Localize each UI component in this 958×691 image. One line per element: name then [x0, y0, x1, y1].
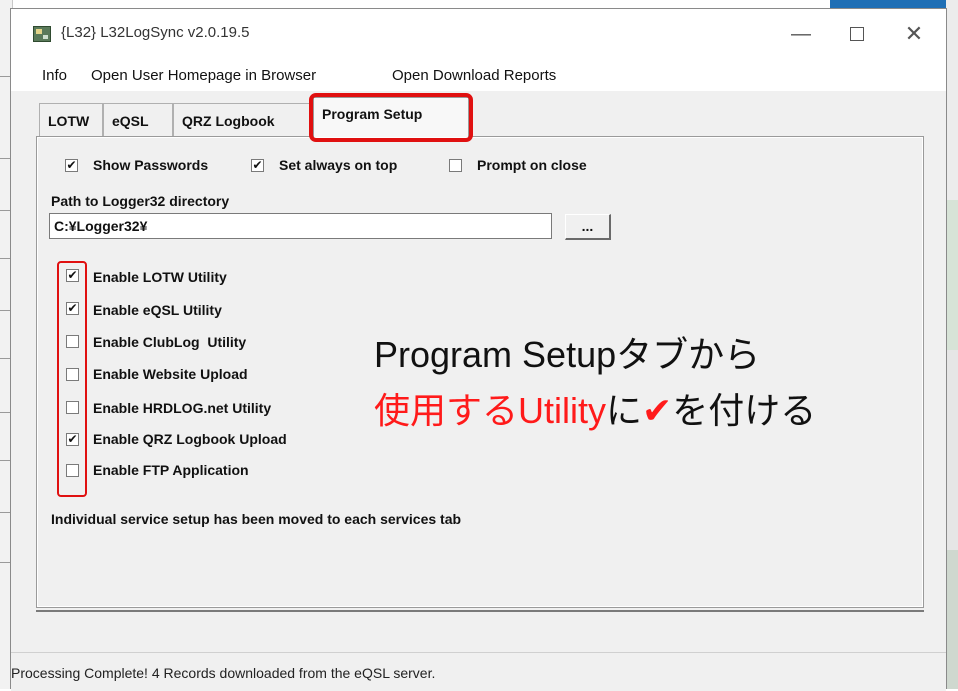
menu-item-info[interactable]: Info: [42, 67, 67, 84]
enable-eqsl-label: Enable eQSL Utility: [93, 302, 222, 318]
app-icon: [33, 26, 51, 42]
menu-item-open-download-reports[interactable]: Open Download Reports: [392, 67, 556, 84]
close-icon: ✕: [904, 21, 924, 46]
service-setup-note: Individual service setup has been moved …: [51, 511, 462, 527]
panel-bottom-border: [36, 610, 924, 612]
enable-lotw-checkbox[interactable]: ✔: [66, 269, 79, 282]
checkmark-icon: ✔: [642, 390, 673, 431]
tab-highlight-box: [309, 93, 473, 142]
annotation-line-1: Program Setupタブから: [374, 334, 761, 375]
annotation-end-text: を付ける: [672, 390, 817, 431]
prompt-on-close-checkbox[interactable]: [449, 159, 462, 172]
enable-website-upload-label: Enable Website Upload: [93, 366, 248, 382]
menu-bar: Info Open User Homepage in Browser Open …: [11, 59, 946, 91]
enable-qrz-upload-checkbox[interactable]: ✔: [66, 433, 79, 446]
close-button[interactable]: ✕: [891, 17, 937, 51]
minimize-button[interactable]: —: [778, 17, 824, 51]
annotation-mid-text: に: [606, 390, 643, 431]
menu-item-open-user-homepage[interactable]: Open User Homepage in Browser: [91, 67, 316, 84]
always-on-top-label: Set always on top: [279, 157, 398, 173]
maximize-icon: [850, 27, 864, 41]
maximize-button[interactable]: [834, 17, 880, 51]
app-window: {L32} L32LogSync v2.0.19.5 — ✕ Info Open…: [10, 8, 947, 691]
always-on-top-checkbox[interactable]: ✔: [251, 159, 264, 172]
enable-ftp-checkbox[interactable]: [66, 464, 79, 477]
annotation-red-text: 使用するUtility: [374, 390, 606, 431]
browse-button[interactable]: ...: [565, 214, 611, 240]
title-bar[interactable]: {L32} L32LogSync v2.0.19.5 — ✕: [11, 9, 946, 59]
tab-eqsl[interactable]: eQSL: [103, 103, 173, 137]
enable-website-upload-checkbox[interactable]: [66, 368, 79, 381]
background-window-edge-right: [946, 0, 958, 689]
status-bar: Processing Complete! 4 Records downloade…: [11, 652, 946, 691]
show-passwords-checkbox[interactable]: ✔: [65, 159, 78, 172]
annotation-line-2: 使用するUtilityに✔を付ける: [374, 389, 816, 433]
enable-lotw-label: Enable LOTW Utility: [93, 269, 227, 285]
logger32-path-input[interactable]: [49, 213, 552, 239]
tab-qrz-logbook[interactable]: QRZ Logbook: [173, 103, 313, 137]
minimize-icon: —: [791, 22, 811, 45]
window-title: {L32} L32LogSync v2.0.19.5: [61, 24, 250, 41]
enable-hrdlog-checkbox[interactable]: [66, 401, 79, 414]
tab-lotw[interactable]: LOTW: [39, 103, 103, 137]
background-window-strip: [830, 0, 958, 8]
enable-qrz-upload-label: Enable QRZ Logbook Upload: [93, 431, 287, 447]
status-text: Processing Complete! 4 Records downloade…: [11, 665, 436, 681]
enable-eqsl-checkbox[interactable]: ✔: [66, 302, 79, 315]
path-label: Path to Logger32 directory: [51, 193, 230, 209]
enable-clublog-checkbox[interactable]: [66, 335, 79, 348]
enable-clublog-label: Enable ClubLog Utility: [93, 334, 247, 350]
tab-strip: LOTW eQSL QRZ Logbook Program Setup: [11, 91, 946, 142]
enable-ftp-label: Enable FTP Application: [93, 462, 249, 478]
enable-hrdlog-label: Enable HRDLOG.net Utility: [93, 400, 272, 416]
prompt-on-close-label: Prompt on close: [477, 157, 587, 173]
show-passwords-label: Show Passwords: [93, 157, 209, 173]
